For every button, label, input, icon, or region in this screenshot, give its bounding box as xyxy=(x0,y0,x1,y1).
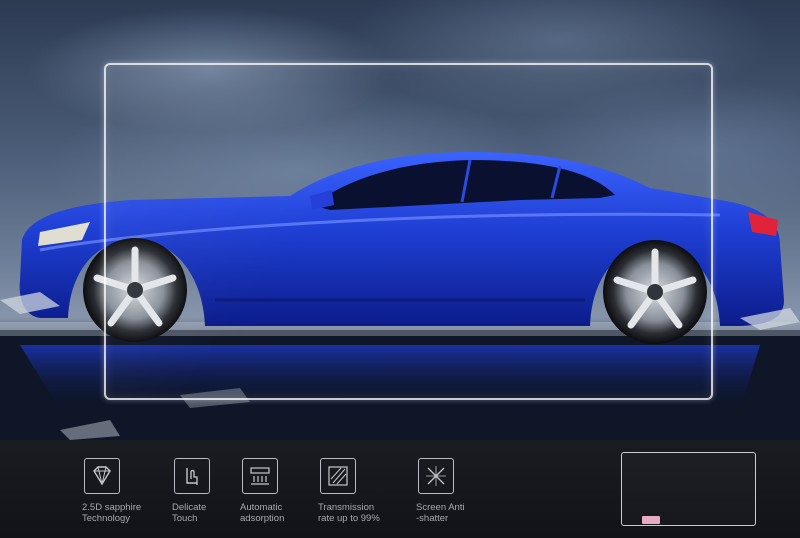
feature-adsorption: Automatic adsorption xyxy=(240,458,330,524)
protector-thumbnail xyxy=(621,452,756,526)
protector-pull-tab xyxy=(642,516,660,524)
hero-image xyxy=(0,0,800,440)
diamond-icon xyxy=(84,458,120,494)
feature-label: 2.5D sapphire Technology xyxy=(82,502,142,524)
absorption-icon xyxy=(242,458,278,494)
feature-sapphire: 2.5D sapphire Technology xyxy=(82,458,172,524)
feature-label: Screen Anti -shatter xyxy=(416,502,465,524)
feature-label: Automatic adsorption xyxy=(240,502,285,524)
feature-label: Transmission rate up to 99% xyxy=(318,502,380,524)
feature-anti-shatter: Screen Anti -shatter xyxy=(416,458,506,524)
transmission-icon xyxy=(320,458,356,494)
product-banner: 2.5D sapphire Technology Delicate Touch … xyxy=(0,0,800,538)
finger-touch-icon xyxy=(174,458,210,494)
screen-protector-outline xyxy=(104,63,713,400)
feature-transmission: Transmission rate up to 99% xyxy=(318,458,408,524)
anti-shatter-icon xyxy=(418,458,454,494)
